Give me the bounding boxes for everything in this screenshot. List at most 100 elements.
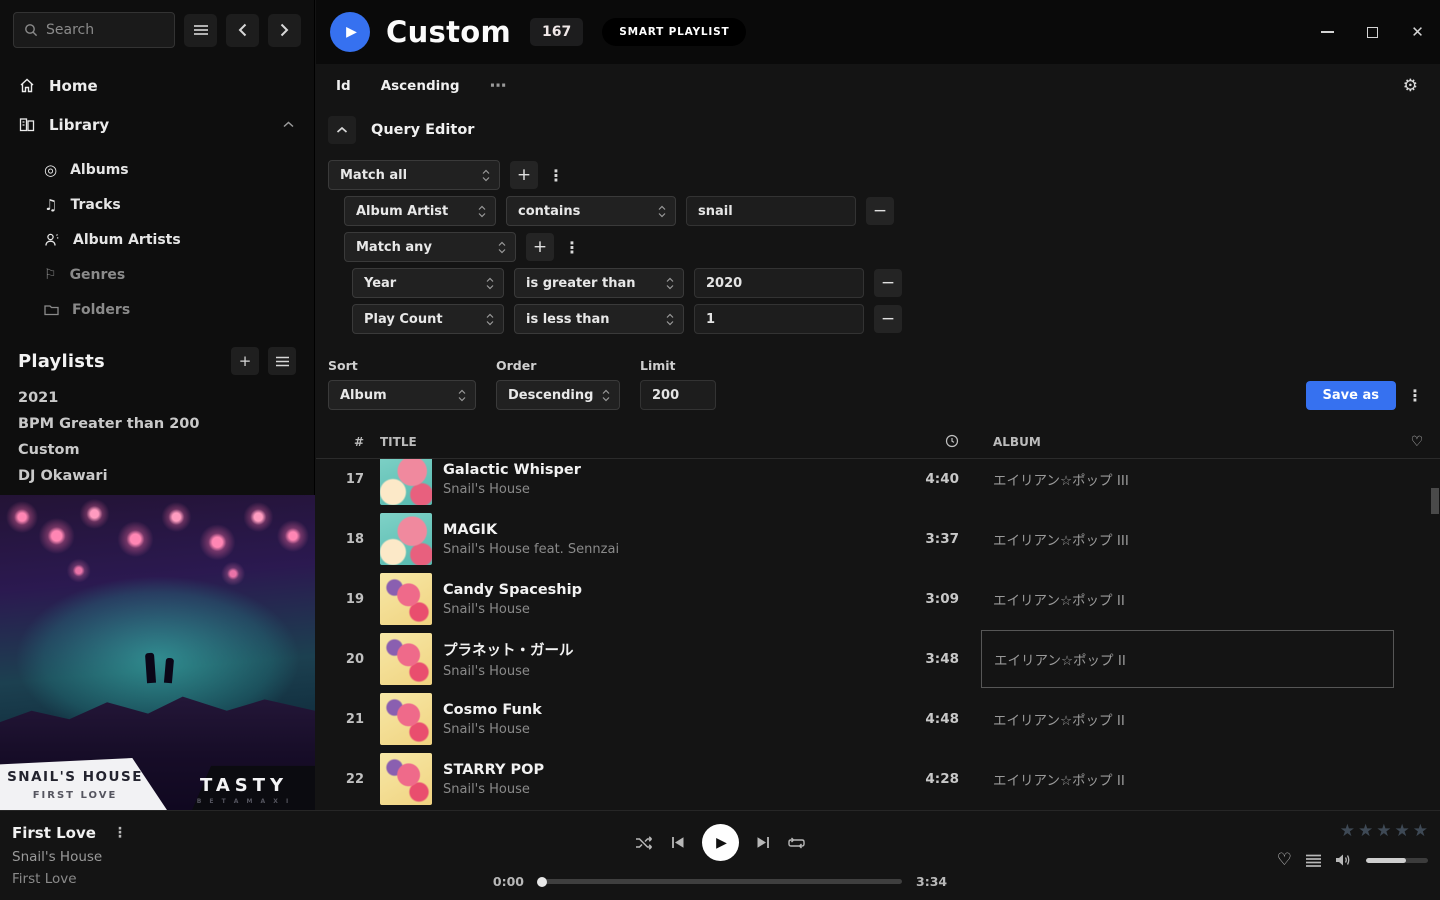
- rule-field-select[interactable]: Play Count: [352, 304, 504, 334]
- remove-rule-button[interactable]: −: [874, 305, 902, 333]
- track-title[interactable]: STARRY POP: [443, 762, 544, 778]
- search-input[interactable]: [46, 22, 164, 38]
- rule-value-input[interactable]: [694, 268, 864, 298]
- seek-handle[interactable]: [537, 877, 547, 887]
- column-header-album[interactable]: ALBUM: [981, 435, 1394, 449]
- remove-rule-button[interactable]: −: [866, 197, 894, 225]
- sidebar-item-album-artists[interactable]: Album Artists: [0, 222, 314, 257]
- track-artist[interactable]: Snail's House: [443, 782, 544, 797]
- minimize-button[interactable]: [1305, 0, 1350, 64]
- sidebar-item-albums[interactable]: ◎ Albums: [0, 152, 314, 187]
- order-select[interactable]: Descending: [496, 380, 620, 410]
- track-row[interactable]: 21 Cosmo Funk Snail's House 4:48 エイリアン☆ポ…: [316, 689, 1440, 749]
- playlist-item[interactable]: Custom: [0, 437, 314, 463]
- sidebar-item-genres[interactable]: ⚐ Genres: [0, 257, 314, 292]
- rule-operator-select[interactable]: contains: [506, 196, 676, 226]
- playlist-item[interactable]: 2021: [0, 385, 314, 411]
- sort-direction-button[interactable]: Ascending: [381, 78, 460, 94]
- scrollbar-thumb[interactable]: [1431, 488, 1439, 514]
- gear-icon[interactable]: ⚙: [1403, 76, 1418, 96]
- track-title[interactable]: Galactic Whisper: [443, 462, 581, 478]
- star-icon[interactable]: ★: [1413, 821, 1428, 841]
- more-options-button[interactable]: ⋯: [490, 76, 508, 96]
- rule-value-input[interactable]: [694, 304, 864, 334]
- track-album-focused-cell[interactable]: エイリアン☆ポップ II: [981, 630, 1394, 688]
- sidebar-item-home[interactable]: Home: [0, 66, 314, 105]
- track-artist[interactable]: Snail's House: [443, 722, 542, 737]
- sort-field-button[interactable]: Id: [336, 78, 351, 94]
- volume-slider[interactable]: [1366, 858, 1428, 863]
- playlist-item[interactable]: DJ Okawari: [0, 463, 314, 489]
- track-album[interactable]: エイリアン☆ポップ III: [981, 459, 1394, 509]
- nav-forward-button[interactable]: [268, 14, 301, 47]
- queue-button[interactable]: [1306, 854, 1321, 867]
- rule-field-select[interactable]: Year: [352, 268, 504, 298]
- sort-select[interactable]: Album: [328, 380, 476, 410]
- close-button[interactable]: ✕: [1395, 0, 1440, 64]
- column-header-duration[interactable]: [889, 434, 959, 451]
- column-header-title[interactable]: TITLE: [380, 435, 889, 449]
- column-header-favorite[interactable]: ♡: [1394, 434, 1440, 450]
- save-as-button[interactable]: Save as: [1306, 381, 1396, 410]
- playlist-list-button[interactable]: [268, 347, 296, 375]
- search-box[interactable]: [13, 12, 175, 48]
- track-artist[interactable]: Snail's House feat. Sennzai: [443, 542, 619, 557]
- track-album[interactable]: エイリアン☆ポップ II: [981, 569, 1394, 629]
- remove-rule-button[interactable]: −: [874, 269, 902, 297]
- playlist-item[interactable]: BPM Greater than 200: [0, 411, 314, 437]
- track-artist[interactable]: Snail's House: [443, 602, 582, 617]
- track-album[interactable]: エイリアン☆ポップ III: [981, 509, 1394, 569]
- track-row[interactable]: 19 Candy Spaceship Snail's House 3:09 エイ…: [316, 569, 1440, 629]
- now-playing-options-button[interactable]: ⋮: [113, 825, 127, 841]
- track-row[interactable]: 20 プラネット・ガール Snail's House 3:48 エイリアン☆ポッ…: [316, 629, 1440, 689]
- sidebar-item-folders[interactable]: Folders: [0, 292, 314, 327]
- star-icon[interactable]: ★: [1340, 821, 1355, 841]
- track-title[interactable]: Candy Spaceship: [443, 582, 582, 598]
- rule-operator-select[interactable]: is greater than: [514, 268, 684, 298]
- star-icon[interactable]: ★: [1376, 821, 1391, 841]
- next-button[interactable]: [756, 836, 770, 849]
- star-icon[interactable]: ★: [1358, 821, 1373, 841]
- track-album[interactable]: エイリアン☆ポップ II: [981, 689, 1394, 749]
- track-artist[interactable]: Snail's House: [443, 482, 581, 497]
- nav-back-button[interactable]: [226, 14, 259, 47]
- heart-icon: ♡: [1277, 850, 1292, 870]
- save-options-button[interactable]: ⋮: [1402, 381, 1428, 410]
- rule-operator-select[interactable]: is less than: [514, 304, 684, 334]
- play-button[interactable]: ▶: [702, 824, 739, 861]
- track-title[interactable]: Cosmo Funk: [443, 702, 542, 718]
- collapse-query-editor-button[interactable]: [328, 116, 356, 144]
- now-playing-album[interactable]: First Love: [12, 871, 127, 887]
- match-type-select[interactable]: Match any: [344, 232, 516, 262]
- match-type-select[interactable]: Match all: [328, 160, 500, 190]
- now-playing-title[interactable]: First Love: [12, 824, 96, 842]
- add-playlist-button[interactable]: +: [231, 347, 259, 375]
- track-title[interactable]: プラネット・ガール: [443, 639, 574, 660]
- track-row[interactable]: 17 Galactic Whisper Snail's House 4:40 エ…: [316, 459, 1440, 509]
- volume-button[interactable]: [1335, 853, 1352, 867]
- rule-field-select[interactable]: Album Artist: [344, 196, 496, 226]
- track-row[interactable]: 22 STARRY POP Snail's House 4:28 エイリアン☆ポ…: [316, 749, 1440, 808]
- add-rule-button[interactable]: +: [526, 233, 554, 261]
- menu-button[interactable]: [184, 14, 217, 47]
- group-options-button[interactable]: ⋮: [564, 238, 580, 257]
- shuffle-button[interactable]: [635, 836, 654, 850]
- repeat-button[interactable]: [787, 836, 806, 850]
- track-row[interactable]: 18 MAGIK Snail's House feat. Sennzai 3:3…: [316, 509, 1440, 569]
- add-rule-button[interactable]: +: [510, 161, 538, 189]
- favorite-button[interactable]: ♡: [1277, 850, 1292, 870]
- maximize-button[interactable]: [1350, 0, 1395, 64]
- track-title[interactable]: MAGIK: [443, 522, 619, 538]
- now-playing-artist[interactable]: Snail's House: [12, 849, 127, 865]
- limit-input[interactable]: [640, 380, 716, 410]
- group-options-button[interactable]: ⋮: [548, 166, 564, 185]
- sidebar-item-library[interactable]: Library: [0, 105, 314, 144]
- track-album[interactable]: エイリアン☆ポップ II: [981, 749, 1394, 808]
- rule-value-input[interactable]: [686, 196, 856, 226]
- track-artist[interactable]: Snail's House: [443, 664, 574, 679]
- star-icon[interactable]: ★: [1395, 821, 1410, 841]
- previous-button[interactable]: [671, 836, 685, 849]
- seek-bar[interactable]: [538, 879, 902, 884]
- sidebar-item-tracks[interactable]: ♫ Tracks: [0, 187, 314, 222]
- play-playlist-button[interactable]: ▶: [330, 12, 370, 52]
